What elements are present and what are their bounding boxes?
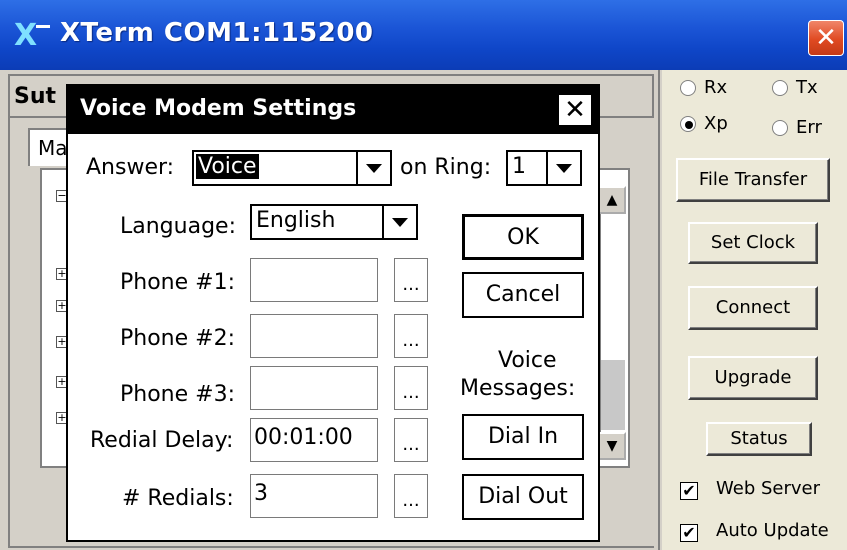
chevron-down-icon[interactable] <box>356 152 390 184</box>
upgrade-button[interactable]: Upgrade <box>688 356 818 400</box>
err-radio-label: Err <box>796 117 822 138</box>
tx-radio-label: Tx <box>796 77 818 98</box>
language-select[interactable]: English <box>250 204 418 240</box>
rx-radio[interactable] <box>680 80 696 96</box>
web-server-checkbox[interactable]: ✔ <box>680 482 698 500</box>
voice-messages-label-line2: Messages: <box>460 376 576 401</box>
phone3-input[interactable] <box>250 366 378 410</box>
phone1-input[interactable] <box>250 258 378 302</box>
phone2-input[interactable] <box>250 314 378 358</box>
on-ring-select-value: 1 <box>512 154 526 179</box>
redials-label: # Redials: <box>122 486 234 511</box>
language-select-value: English <box>256 208 336 233</box>
dialog-title: Voice Modem Settings <box>80 96 357 121</box>
file-transfer-button[interactable]: File Transfer <box>676 158 830 202</box>
dial-out-button[interactable]: Dial Out <box>462 474 584 520</box>
scroll-thumb[interactable] <box>601 360 625 430</box>
chevron-down-icon[interactable] <box>382 206 416 238</box>
on-ring-select[interactable]: 1 <box>506 150 582 186</box>
redial-delay-browse-button[interactable]: ... <box>394 418 428 462</box>
redials-input[interactable]: 3 <box>250 474 378 518</box>
set-clock-button[interactable]: Set Clock <box>688 222 818 264</box>
dial-in-button[interactable]: Dial In <box>462 414 584 460</box>
cancel-button[interactable]: Cancel <box>462 272 584 318</box>
xterm-logo-icon: X <box>14 18 50 53</box>
xp-radio[interactable] <box>680 116 696 132</box>
rx-radio-label: Rx <box>704 77 728 98</box>
phone1-browse-button[interactable]: ... <box>394 258 428 302</box>
phone2-label: Phone #2: <box>120 326 235 351</box>
auto-update-checkbox[interactable]: ✔ <box>680 524 698 542</box>
chevron-down-icon[interactable] <box>546 152 580 184</box>
phone3-label: Phone #3: <box>120 382 235 407</box>
tx-radio[interactable] <box>772 80 788 96</box>
phone3-browse-button[interactable]: ... <box>394 366 428 410</box>
connect-button[interactable]: Connect <box>688 286 818 330</box>
voice-messages-label-line1: Voice <box>498 348 557 373</box>
auto-update-label: Auto Update <box>716 520 829 541</box>
window-title: XTerm COM1:115200 <box>60 18 374 48</box>
scroll-down-icon[interactable]: ▼ <box>598 432 626 460</box>
window-close-button[interactable]: ✕ <box>808 20 844 56</box>
redial-delay-input[interactable]: 00:01:00 <box>250 418 378 462</box>
language-label: Language: <box>120 214 236 239</box>
dialog-close-button[interactable]: ✕ <box>558 94 592 126</box>
ok-button[interactable]: OK <box>462 214 584 260</box>
phone1-label: Phone #1: <box>120 270 235 295</box>
answer-label: Answer: <box>86 155 175 180</box>
xp-radio-label: Xp <box>704 113 728 134</box>
redial-delay-label: Redial Delay: <box>90 428 234 453</box>
answer-select-value: Voice <box>195 153 260 180</box>
web-server-label: Web Server <box>716 478 820 499</box>
scroll-up-icon[interactable]: ▲ <box>598 186 626 214</box>
svg-text:X: X <box>14 18 37 53</box>
err-radio[interactable] <box>772 120 788 136</box>
redials-browse-button[interactable]: ... <box>394 474 428 518</box>
background-window-title: Sut <box>14 84 57 109</box>
status-button[interactable]: Status <box>706 422 812 456</box>
phone2-browse-button[interactable]: ... <box>394 314 428 358</box>
answer-select[interactable]: Voice <box>192 150 392 186</box>
on-ring-label: on Ring: <box>400 155 492 180</box>
